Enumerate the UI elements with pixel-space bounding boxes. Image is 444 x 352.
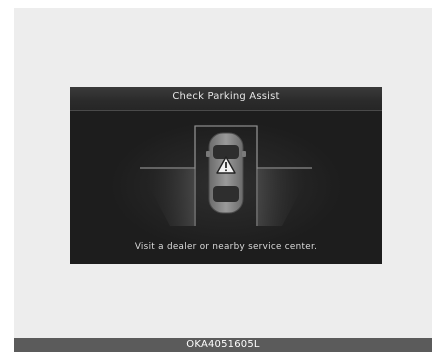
caption-bar: OKA4051605L bbox=[14, 338, 432, 352]
cluster-display: Check Parking Assist Visit a dealer or n… bbox=[70, 87, 382, 264]
warning-title: Check Parking Assist bbox=[172, 91, 280, 102]
display-header: Check Parking Assist bbox=[70, 87, 382, 111]
figure-caption: OKA4051605L bbox=[186, 339, 260, 350]
warning-message: Visit a dealer or nearby service center. bbox=[134, 242, 318, 252]
